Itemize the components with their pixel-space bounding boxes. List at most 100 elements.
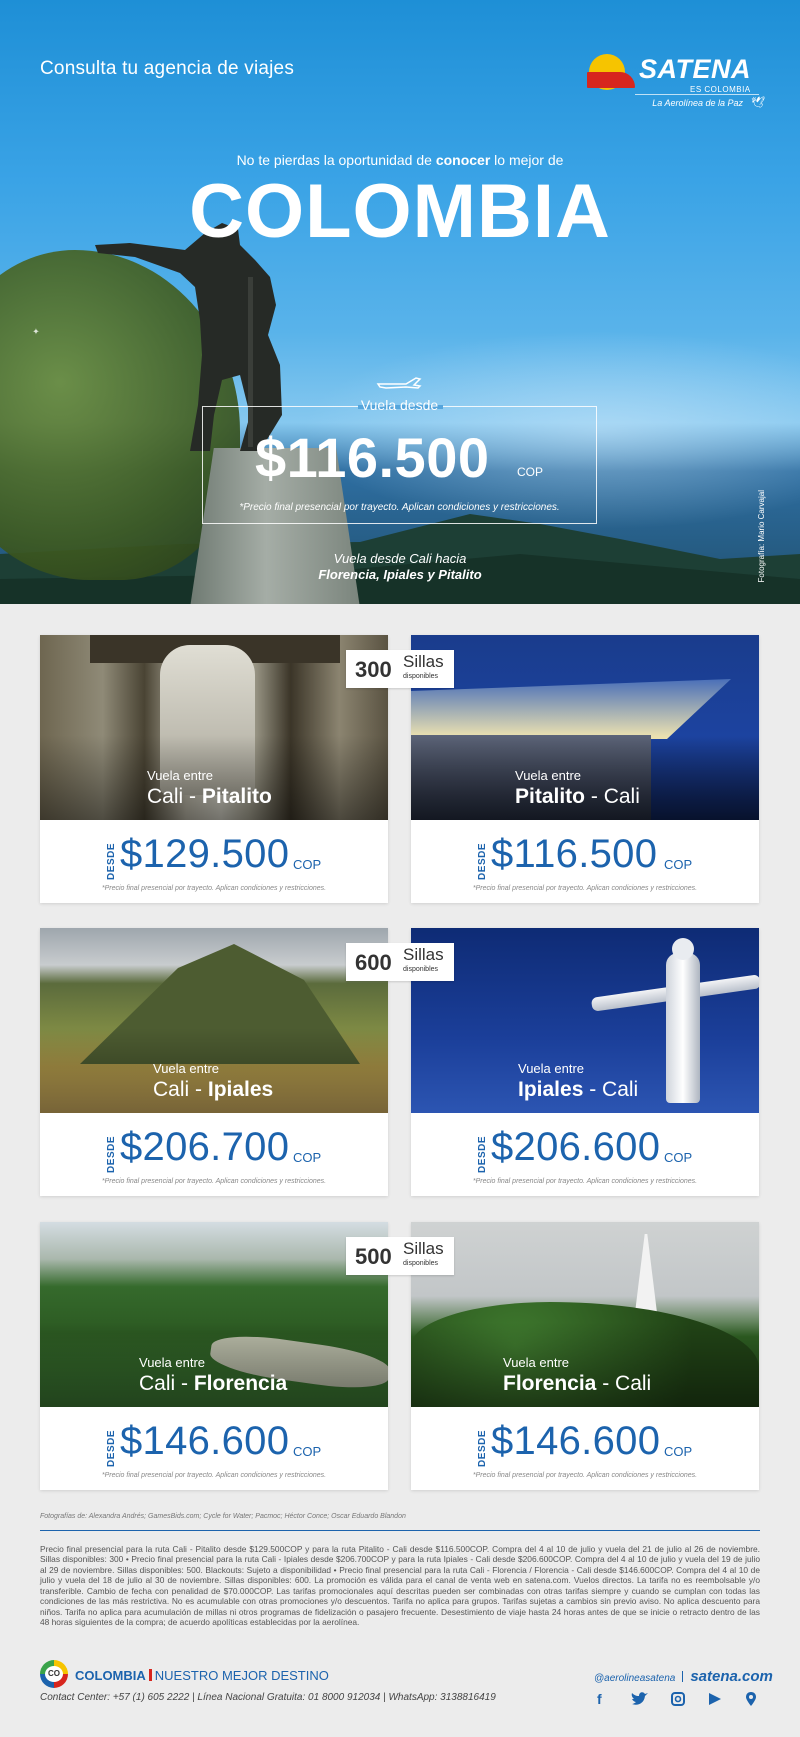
- route-from: Cali: [139, 1372, 176, 1395]
- card-desde: DESDE: [106, 843, 117, 880]
- handle-separator: [682, 1671, 684, 1682]
- social-header: @aerolineasatena satena.com: [594, 1668, 773, 1686]
- subtitle-part: lo mejor de: [490, 152, 564, 168]
- seats-sub: disponibles: [403, 966, 439, 973]
- card-intro: Vuela entre: [139, 1355, 206, 1370]
- brand-line: COLOMBIA NUESTRO MEJOR DESTINO: [75, 1668, 329, 1683]
- social-handle[interactable]: @aerolineasatena: [594, 1673, 675, 1684]
- route-card-cali-florencia[interactable]: Vuela entre Cali - Florencia DESDE $146.…: [40, 1222, 388, 1490]
- route-from: Florencia: [503, 1372, 597, 1395]
- hero-title: COLOMBIA: [189, 169, 611, 254]
- card-note: *Precio final presencial por trayecto. A…: [101, 1178, 327, 1185]
- route-card-cali-ipiales[interactable]: Vuela entre Cali - Ipiales DESDE $206.70…: [40, 928, 388, 1196]
- subtitle-part: No te pierdas la oportunidad de: [236, 152, 436, 168]
- site-link[interactable]: satena.com: [690, 1668, 773, 1685]
- card-route: Pitalito - Cali: [515, 785, 640, 809]
- hero-price-currency: COP: [517, 465, 544, 479]
- vuela-desde-row: Vuela desde: [203, 397, 596, 415]
- footer-divider: [40, 1530, 760, 1531]
- card-desde: DESDE: [106, 1136, 117, 1173]
- seats-sub: disponibles: [403, 1260, 439, 1267]
- logo-name: SATENA: [639, 54, 752, 84]
- card-note: *Precio final presencial por trayecto. A…: [101, 885, 327, 892]
- seats-badge-500: 500 Sillas disponibles: [346, 1237, 454, 1275]
- card-price: $146.600: [120, 1419, 290, 1463]
- card-route: Cali - Pitalito: [147, 785, 272, 809]
- twitter-icon[interactable]: [631, 1691, 649, 1707]
- route-card-cali-pitalito[interactable]: Vuela entre Cali - Pitalito DESDE $129.5…: [40, 635, 388, 903]
- route-from: Pitalito: [515, 785, 586, 808]
- logo-tagline: La Aerolínea de la Paz: [635, 94, 759, 112]
- route-to: Ipiales: [207, 1078, 274, 1101]
- location-icon[interactable]: [745, 1691, 757, 1707]
- colombia-badge-icon: CO: [40, 1660, 68, 1688]
- social-icons: f: [595, 1691, 765, 1709]
- route-dash: -: [585, 785, 604, 808]
- route-to: Cali: [603, 785, 640, 808]
- hero-subtitle: No te pierdas la oportunidad de conocer …: [0, 152, 800, 168]
- brand-rest: NUESTRO MEJOR DESTINO: [154, 1668, 329, 1683]
- hero-price-amount: $116.500: [255, 426, 490, 489]
- hero-banner: Consulta tu agencia de viajes SATENA ES …: [0, 0, 800, 604]
- card-currency: COP: [293, 1150, 322, 1165]
- contact-info: Contact Center: +57 (1) 605 2222 | Línea…: [40, 1692, 496, 1703]
- card-route: Ipiales - Cali: [518, 1078, 638, 1102]
- facebook-icon[interactable]: f: [597, 1691, 602, 1707]
- card-currency: COP: [664, 1150, 693, 1165]
- card-desde: DESDE: [477, 1430, 488, 1467]
- card-note: *Precio final presencial por trayecto. A…: [472, 1178, 698, 1185]
- dove-icon: 🕊: [751, 97, 765, 109]
- route-from: Cali: [147, 785, 184, 808]
- route-dash: -: [189, 1078, 208, 1101]
- seats-badge-600: 600 Sillas disponibles: [346, 943, 454, 981]
- route-card-pitalito-cali[interactable]: Vuela entre Pitalito - Cali DESDE $116.5…: [411, 635, 759, 903]
- hero-price-box: Vuela desde $116.500 COP *Precio final p…: [202, 397, 597, 524]
- card-note: *Precio final presencial por trayecto. A…: [472, 885, 698, 892]
- card-price: $146.600: [491, 1419, 661, 1463]
- card-intro: Vuela entre: [153, 1061, 220, 1076]
- route-dash: -: [175, 1372, 194, 1395]
- legal-text: Precio final presencial para la ruta Cal…: [40, 1544, 760, 1627]
- seats-number: 500: [355, 1244, 392, 1269]
- card-desde: DESDE: [477, 1136, 488, 1173]
- card-desde: DESDE: [477, 843, 488, 880]
- seats-badge-300: 300 Sillas disponibles: [346, 650, 454, 688]
- seats-number: 600: [355, 950, 392, 975]
- card-currency: COP: [664, 857, 693, 872]
- route-from: Cali: [153, 1078, 190, 1101]
- route-dash: -: [183, 785, 202, 808]
- seats-number: 300: [355, 657, 392, 682]
- consulta-agencia-text: Consulta tu agencia de viajes: [40, 58, 295, 79]
- side-vertical-logo: ✦: [30, 325, 40, 335]
- card-intro: Vuela entre: [515, 768, 582, 783]
- card-desde: DESDE: [106, 1430, 117, 1467]
- route-to: Cali: [615, 1372, 652, 1395]
- subtitle-bold: conocer: [435, 152, 491, 168]
- logo-subtitle: ES COLOMBIA: [690, 85, 751, 94]
- image-statue-head: [672, 938, 694, 960]
- card-price: $206.700: [120, 1125, 290, 1169]
- route-dash: -: [583, 1078, 603, 1101]
- card-currency: COP: [664, 1444, 693, 1459]
- route-from: Ipiales: [518, 1078, 584, 1101]
- youtube-icon[interactable]: [707, 1692, 722, 1706]
- brand-bold: COLOMBIA: [75, 1668, 146, 1683]
- instagram-icon[interactable]: [671, 1692, 685, 1706]
- route-intro: Vuela desde Cali hacia: [333, 551, 467, 566]
- route-card-ipiales-cali[interactable]: Vuela entre Ipiales - Cali DESDE $206.60…: [411, 928, 759, 1196]
- card-route: Florencia - Cali: [503, 1372, 651, 1396]
- route-card-florencia-cali[interactable]: Vuela entre Florencia - Cali DESDE $146.…: [411, 1222, 759, 1490]
- card-currency: COP: [293, 857, 322, 872]
- card-note: *Precio final presencial por trayecto. A…: [472, 1472, 698, 1479]
- image-statue-body: [666, 953, 700, 1103]
- route-to: Florencia: [193, 1372, 288, 1395]
- badge-text: CO: [45, 1666, 63, 1682]
- satena-logo[interactable]: SATENA ES COLOMBIA La Aerolínea de la Pa…: [585, 52, 765, 114]
- card-price: $116.500: [491, 832, 658, 876]
- seats-label: Sillas: [403, 945, 444, 964]
- card-price: $129.500: [120, 832, 290, 876]
- card-price: $206.600: [491, 1125, 661, 1169]
- photos-credit: Fotografías de: Alexandra Andrés; GamesB…: [40, 1513, 406, 1520]
- seats-label: Sillas: [403, 1239, 444, 1258]
- logo-wing-shape: [587, 72, 635, 88]
